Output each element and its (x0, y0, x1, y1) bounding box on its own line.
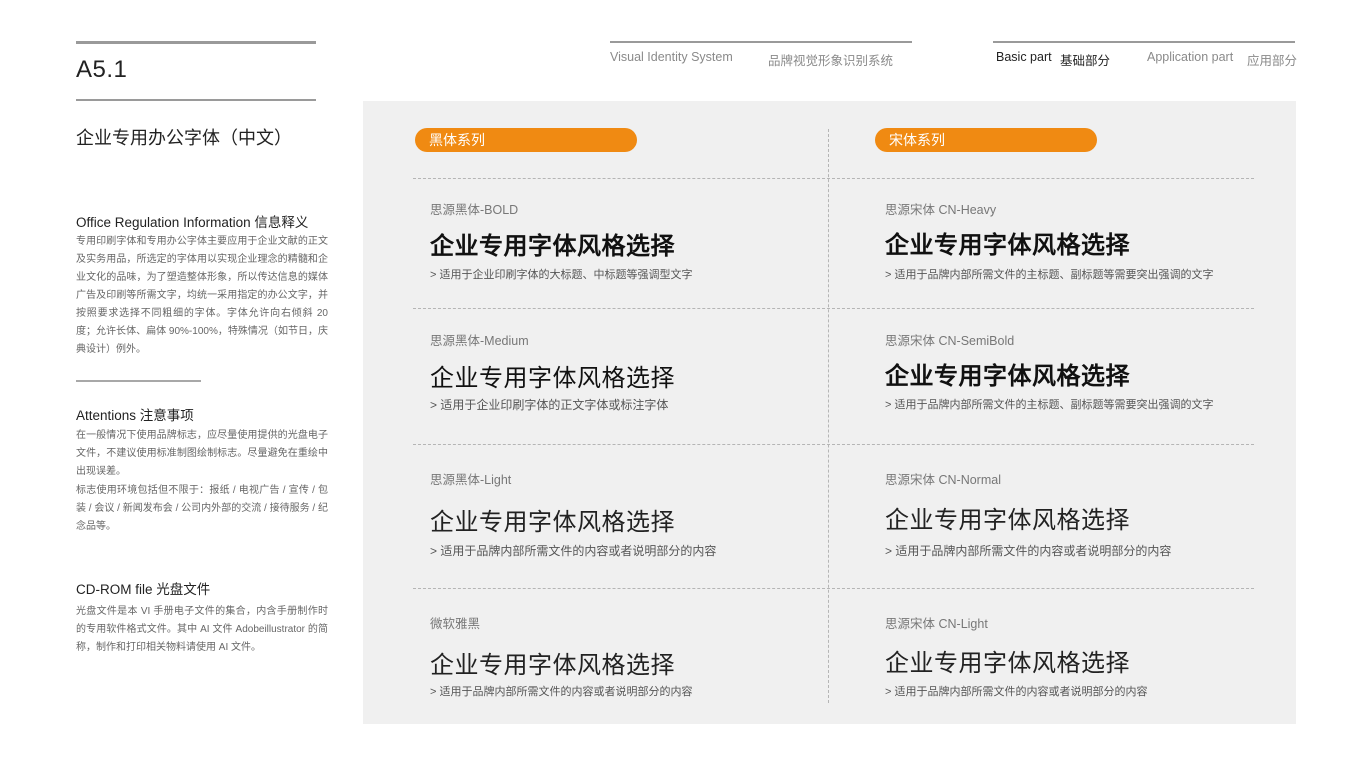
font-usage: > 适用于企业印刷字体的大标题、中标题等强调型文字 (430, 269, 693, 281)
font-name: 思源宋体 CN-Light (885, 617, 988, 631)
left-divider (76, 380, 201, 382)
font-usage: > 适用于企业印刷字体的正文字体或标注字体 (430, 398, 669, 412)
row-divider (413, 588, 1254, 589)
font-usage: > 适用于品牌内部所需文件的内容或者说明部分的内容 (885, 544, 1172, 558)
header-right-rule (993, 41, 1295, 43)
font-usage: > 适用于品牌内部所需文件的主标题、副标题等需要突出强调的文字 (885, 399, 1214, 411)
nav-basic-en[interactable]: Basic part (996, 50, 1052, 64)
column-divider (828, 129, 829, 703)
font-sample: 企业专用字体风格选择 (885, 506, 1130, 534)
nav-basic-cn[interactable]: 基础部分 (1060, 50, 1110, 69)
font-sample: 企业专用字体风格选择 (430, 651, 675, 679)
header-center-rule (610, 41, 912, 43)
attention-title: Attentions 注意事项 (76, 408, 194, 423)
title-under-rule (76, 99, 316, 101)
font-usage: > 适用于品牌内部所需文件的内容或者说明部分的内容 (430, 686, 693, 698)
font-name: 思源宋体 CN-Heavy (885, 203, 997, 217)
nav-app-en[interactable]: Application part (1147, 50, 1233, 64)
row-divider (413, 178, 1254, 179)
font-name: 思源黑体-Light (430, 473, 512, 487)
font-sample: 企业专用字体风格选择 (885, 649, 1130, 677)
cdrom-body: 光盘文件是本 VI 手册电子文件的集合，内含手册制作时的专用软件格式文件。其中 … (76, 606, 328, 653)
font-name: 微软雅黑 (430, 617, 481, 631)
font-sample: 企业专用字体风格选择 (430, 232, 675, 260)
heiti-series-label: 黑体系列 (415, 128, 637, 152)
font-name: 思源黑体-Medium (430, 334, 529, 348)
page-code: A5.1 (76, 56, 128, 83)
office-body: 专用印刷字体和专用办公字体主要应用于企业文献的正文及实务用品，所选定的字体用以实… (76, 236, 328, 355)
font-sample: 企业专用字体风格选择 (885, 230, 1130, 259)
attention-env: 标志使用环境包括但不限于：报纸 / 电视广告 / 宣传 / 包装 / 会议 / … (76, 485, 328, 532)
cdrom-title: CD-ROM file 光盘文件 (76, 582, 211, 597)
font-name: 思源宋体 CN-Normal (885, 473, 1001, 487)
font-panel: 黑体系列 宋体系列 思源黑体-BOLD 企业专用字体风格选择 > 适用于企业印刷… (363, 101, 1296, 724)
font-usage: > 适用于品牌内部所需文件的主标题、副标题等需要突出强调的文字 (885, 269, 1214, 281)
nav-app-cn[interactable]: 应用部分 (1247, 50, 1297, 69)
font-usage: > 适用于品牌内部所需文件的内容或者说明部分的内容 (430, 544, 717, 558)
font-sample: 企业专用字体风格选择 (430, 364, 675, 392)
office-title: Office Regulation Information 信息释义 (76, 215, 309, 230)
nav-vi-en[interactable]: Visual Identity System (610, 50, 733, 64)
font-name: 思源宋体 CN-SemiBold (885, 334, 1015, 348)
font-sample: 企业专用字体风格选择 (885, 361, 1130, 390)
font-name: 思源黑体-BOLD (430, 203, 519, 217)
page-title: 企业专用办公字体（中文） (76, 128, 292, 149)
row-divider (413, 308, 1254, 309)
top-left-rule (76, 41, 316, 44)
row-divider (413, 444, 1254, 445)
font-usage: > 适用于品牌内部所需文件的内容或者说明部分的内容 (885, 686, 1148, 698)
font-sample: 企业专用字体风格选择 (430, 508, 675, 536)
nav-vi-cn[interactable]: 品牌视觉形象识别系统 (768, 50, 893, 69)
songti-series-label: 宋体系列 (875, 128, 1097, 152)
attention-body: 在一般情况下使用品牌标志，应尽量使用提供的光盘电子文件，不建议使用标准制图绘制标… (76, 430, 328, 477)
